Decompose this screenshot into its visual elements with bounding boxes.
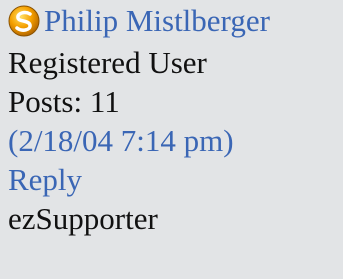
author-post-count: Posts: 11 [8, 84, 120, 119]
author-name-row: Philip Mistlberger [8, 0, 343, 43]
author-name-link[interactable]: Philip Mistlberger [44, 0, 270, 43]
post-timestamp-row: (2/18/04 7:14 pm) [8, 121, 343, 160]
reply-link[interactable]: Reply [8, 162, 82, 197]
post-author-panel: Philip Mistlberger Registered User Posts… [0, 0, 343, 278]
post-timestamp-link[interactable]: (2/18/04 7:14 pm) [8, 123, 234, 158]
ezboard-logo-icon [8, 5, 40, 37]
author-role: Registered User [8, 45, 207, 80]
author-group: ezSupporter [8, 201, 158, 236]
reply-row: Reply [8, 160, 343, 199]
